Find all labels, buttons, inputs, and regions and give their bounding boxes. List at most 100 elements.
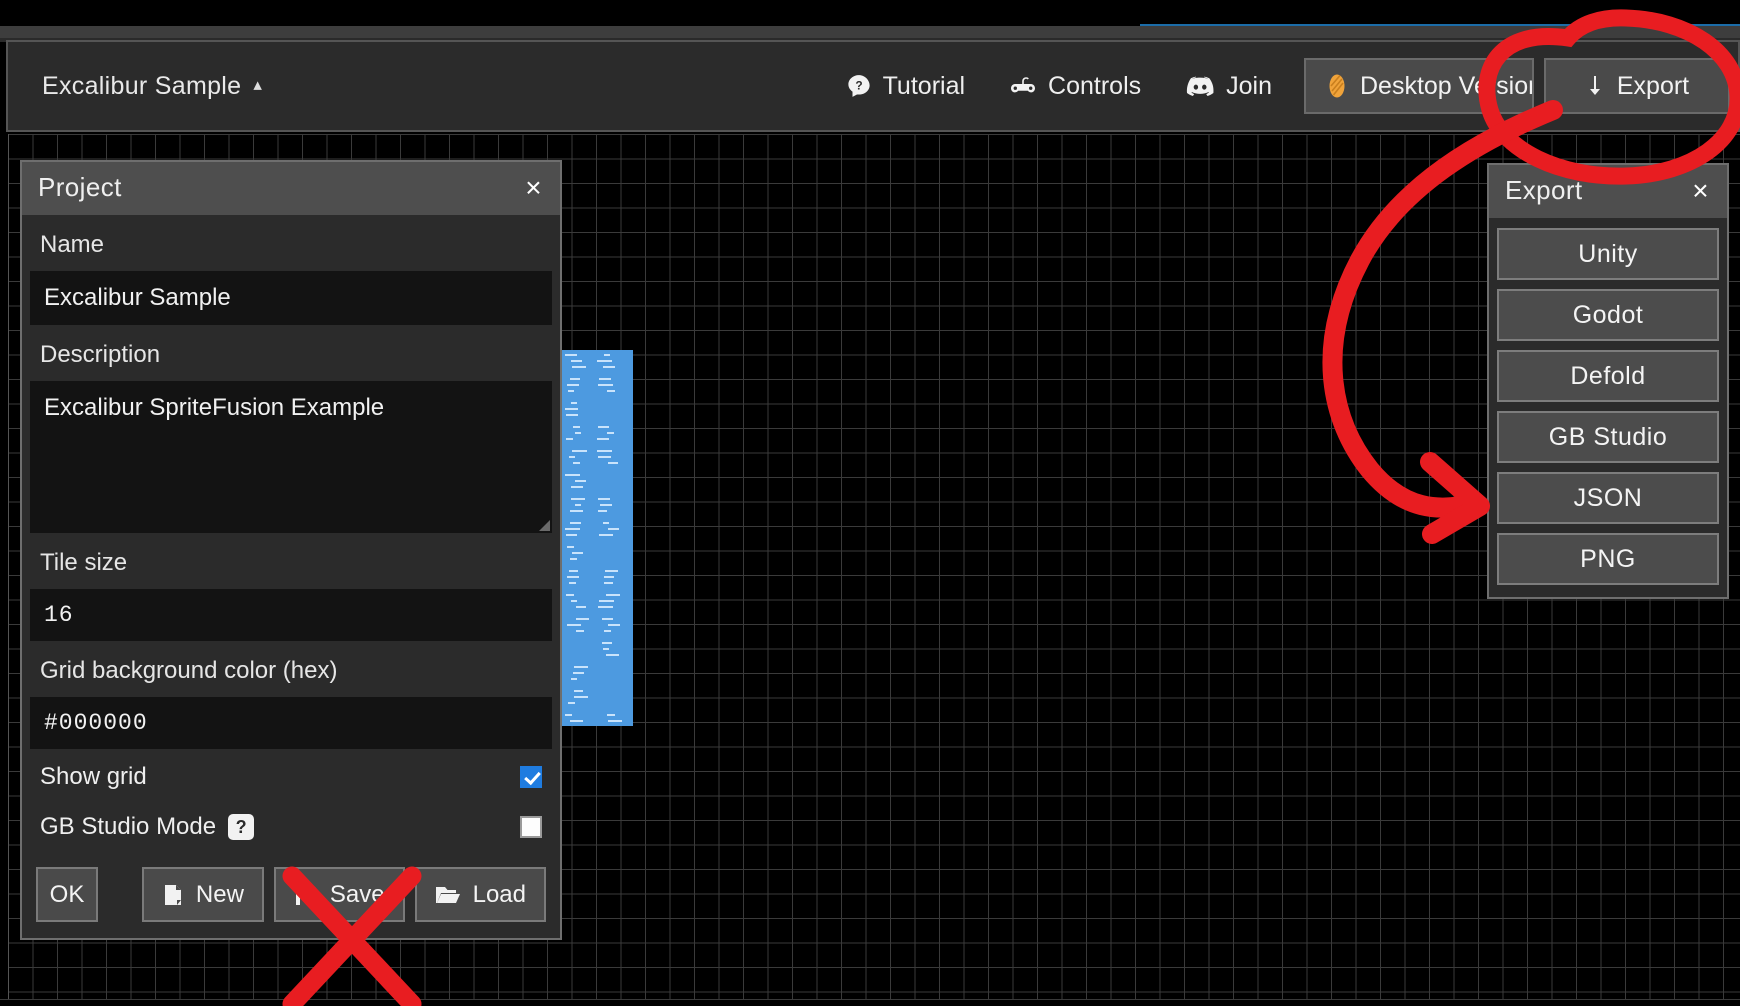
tile-detail-fleck [576,606,586,608]
tile-detail-fleck [565,714,572,716]
export-panel-title: Export [1505,175,1583,206]
export-option-gb-studio[interactable]: GB Studio [1497,411,1719,463]
desktop-version-button[interactable]: Desktop Version [1304,58,1534,114]
tile-detail-fleck [567,576,579,578]
tile-detail-fleck [566,534,577,536]
tile-detail-fleck [570,558,577,560]
tile-detail-fleck [598,384,613,386]
tile-detail-fleck [575,432,581,434]
export-option-label: PNG [1580,545,1636,574]
save-button[interactable]: Save [274,867,405,922]
show-grid-label: Show grid [40,763,147,791]
export-option-json[interactable]: JSON [1497,472,1719,524]
resize-grip-icon[interactable] [539,520,550,531]
show-grid-label-wrap: Show grid [40,763,147,791]
project-panel-header: Project × [22,162,560,215]
open-folder-icon [435,883,461,907]
tile-detail-fleck [597,360,612,362]
tile-detail-fleck [572,450,587,452]
tile-detail-fleck [572,552,583,554]
export-button[interactable]: Export [1544,58,1730,114]
tutorial-label: Tutorial [883,72,965,101]
project-name-label: Excalibur Sample [42,72,241,101]
join-link[interactable]: Join [1163,72,1294,101]
tile-detail-fleck [566,438,573,440]
tile-detail-fleck [571,402,577,404]
tile-detail-fleck [571,600,577,602]
new-button[interactable]: New [142,867,264,922]
tile-detail-fleck [568,390,574,392]
gb-studio-label-wrap: GB Studio Mode ? [40,813,254,841]
window-top-black-strip [0,0,1740,26]
controls-label: Controls [1048,72,1141,101]
export-option-unity[interactable]: Unity [1497,228,1719,280]
ok-button[interactable]: OK [36,867,98,922]
tile-detail-fleck [571,498,585,500]
tile-detail-fleck [608,462,618,464]
tile-detail-fleck [599,378,611,380]
tile-detail-fleck [599,534,613,536]
export-option-label: GB Studio [1549,423,1667,452]
tutorial-link[interactable]: ? Tutorial [824,72,987,101]
app-toolbar: Excalibur Sample ▴ ? Tutorial [6,40,1740,132]
description-textarea[interactable]: Excalibur SpriteFusion Example [30,381,552,533]
tile-detail-fleck [569,456,575,458]
tile-detail-fleck [603,648,609,650]
tile-detail-fleck [603,366,615,368]
close-icon[interactable]: × [523,174,544,202]
tile-detail-fleck [608,528,619,530]
tile-detail-fleck [570,720,583,722]
spritefusion-editor-window: Excalibur Sample ▴ ? Tutorial [0,0,1740,1006]
controls-link[interactable]: Controls [987,72,1163,101]
tile-detail-fleck [606,594,620,596]
water-tile-region[interactable] [561,350,633,726]
help-icon[interactable]: ? [228,814,254,840]
tile-detail-fleck [607,390,615,392]
gb-studio-mode-row: GB Studio Mode ? [22,799,560,849]
tile-detail-fleck [569,582,576,584]
tile-detail-fleck [603,522,609,524]
tile-detail-fleck [571,360,582,362]
tile-detail-fleck [566,414,578,416]
tile-detail-fleck [602,618,613,620]
tile-detail-fleck [608,624,620,626]
show-grid-checkbox[interactable] [520,766,542,788]
tile-detail-fleck [598,510,607,512]
tile-detail-fleck [569,570,578,572]
join-label: Join [1226,72,1272,101]
export-button-label: Export [1617,72,1689,101]
export-options-list: Unity Godot Defold GB Studio JSON PNG [1489,218,1727,587]
tile-detail-fleck [565,474,580,476]
gb-studio-label: GB Studio Mode [40,813,216,841]
gamepad-icon [1009,74,1037,98]
grid-color-label: Grid background color (hex) [22,641,560,697]
tile-detail-fleck [607,432,614,434]
tile-size-input[interactable]: 16 [30,589,552,641]
project-panel: Project × Name Excalibur Sample Descript… [20,160,562,940]
tile-detail-fleck [599,600,614,602]
grid-color-input[interactable]: #000000 [30,697,552,749]
tile-detail-fleck [571,486,583,488]
tile-detail-fleck [566,594,574,596]
load-button[interactable]: Load [415,867,546,922]
new-file-icon [162,883,184,907]
tile-detail-fleck [607,714,615,716]
svg-text:?: ? [855,78,862,92]
discord-icon [1185,75,1215,97]
project-name-dropdown[interactable]: Excalibur Sample ▴ [42,72,262,101]
close-icon[interactable]: × [1690,177,1711,205]
export-option-label: Defold [1570,362,1645,391]
tile-detail-fleck [574,690,583,692]
export-option-png[interactable]: PNG [1497,533,1719,585]
tile-detail-fleck [570,378,580,380]
tile-detail-fleck [567,624,581,626]
tile-detail-fleck [565,354,577,356]
gb-studio-checkbox[interactable] [520,816,542,838]
tile-detail-fleck [598,498,610,500]
tile-detail-fleck [570,522,581,524]
save-button-label: Save [330,881,385,909]
export-option-godot[interactable]: Godot [1497,289,1719,341]
name-input[interactable]: Excalibur Sample [30,271,552,325]
load-button-label: Load [473,881,526,909]
export-option-defold[interactable]: Defold [1497,350,1719,402]
